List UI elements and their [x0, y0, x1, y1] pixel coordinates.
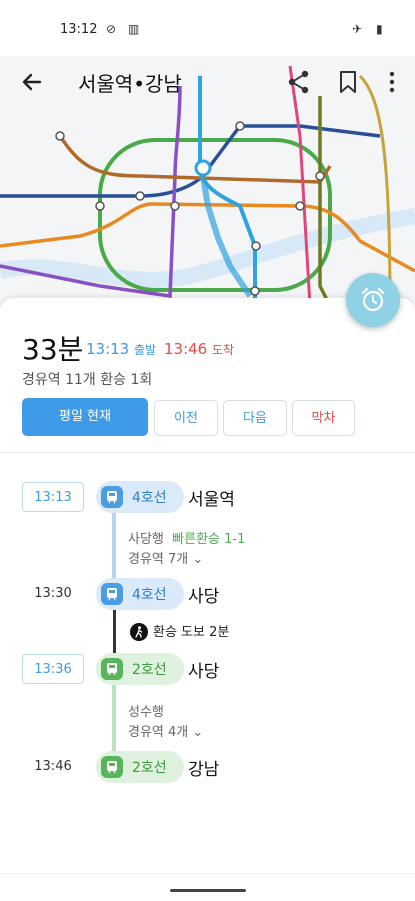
station-sadang-line2[interactable]: 사당 — [188, 657, 219, 682]
chevron-down-icon: ⌄ — [192, 552, 204, 567]
previous-button[interactable]: 이전 — [154, 400, 218, 436]
stops-toggle[interactable]: 경유역 7개 ⌄ — [128, 548, 203, 567]
back-arrow-icon[interactable] — [18, 68, 46, 96]
station-sadang[interactable]: 사당 — [188, 582, 219, 607]
line4-badge: 4호선 — [96, 578, 184, 610]
stops-label: 경유역 4개 — [128, 725, 189, 740]
depart-info: 13:13 출발 — [86, 340, 156, 358]
alarm-clock-icon — [361, 287, 385, 312]
stops-toggle[interactable]: 경유역 4개 ⌄ — [128, 721, 203, 740]
station-seoul[interactable]: 서울역 — [188, 485, 235, 510]
walk-transfer: 환승 도보 2분 — [130, 621, 229, 642]
subway-icon — [101, 756, 123, 778]
page-title: 서울역•강남 — [78, 72, 182, 96]
line-label: 2호선 — [132, 662, 167, 678]
arrive-label: 도착 — [212, 343, 235, 357]
line-label: 4호선 — [132, 587, 167, 603]
airplane-icon: ✈ — [352, 22, 363, 36]
divider — [0, 452, 415, 453]
home-gesture-handle[interactable] — [170, 889, 246, 892]
share-icon[interactable] — [285, 68, 313, 96]
bookmark-icon[interactable] — [334, 68, 362, 96]
station-gangnam[interactable]: 강남 — [188, 755, 219, 780]
line-label: 2호선 — [132, 760, 167, 776]
chart-icon: ▥ — [128, 22, 140, 36]
alarm-button[interactable] — [346, 273, 400, 327]
direction-info: 사당행 빠른환승 1-1 — [128, 528, 245, 547]
status-bar: 13:12 ⊘ ▥ ✈ ▮ — [0, 0, 415, 56]
line2-badge: 2호선 — [96, 653, 184, 685]
app-bar: 서울역•강남 — [0, 56, 415, 108]
departure-time-button[interactable]: 13:13 — [22, 482, 84, 512]
transfer-time: 13:30 — [34, 586, 72, 601]
transfer-departure-time-button[interactable]: 13:36 — [22, 654, 84, 684]
depart-label: 출발 — [134, 343, 157, 357]
depart-time: 13:13 — [86, 340, 130, 358]
chevron-down-icon: ⌄ — [192, 725, 204, 740]
arrive-time: 13:46 — [164, 340, 208, 358]
route-duration: 33분 — [22, 333, 84, 366]
line2-badge: 2호선 — [96, 751, 184, 783]
current-time-button[interactable]: 평일 현재 — [22, 398, 148, 436]
walking-icon — [130, 622, 148, 641]
direction-label: 성수행 — [128, 705, 164, 720]
route-detail-sheet: 33분 13:13 출발 13:46 도착 경유역 11개 환승 1회 평일 현… — [0, 298, 415, 900]
stops-label: 경유역 7개 — [128, 552, 189, 567]
battery-icon: ▮ — [376, 22, 383, 36]
fast-transfer-label: 빠른환승 1-1 — [172, 532, 246, 547]
direction-label: 사당행 — [128, 532, 164, 547]
last-train-button[interactable]: 막차 — [292, 400, 355, 436]
arrive-info: 13:46 도착 — [164, 340, 234, 358]
walk-label: 환승 도보 2분 — [153, 625, 230, 640]
line4-badge: 4호선 — [96, 481, 184, 513]
subway-icon — [101, 486, 123, 508]
more-options-icon[interactable] — [378, 68, 406, 96]
system-nav-bar — [0, 873, 415, 901]
line2-connector — [112, 682, 116, 762]
subway-icon — [101, 658, 123, 680]
line-label: 4호선 — [132, 490, 167, 506]
subway-icon — [101, 583, 123, 605]
next-button[interactable]: 다음 — [223, 400, 287, 436]
sync-icon: ⊘ — [106, 22, 117, 36]
route-summary: 경유역 11개 환승 1회 — [22, 372, 153, 388]
arrival-time: 13:46 — [34, 759, 72, 774]
status-time: 13:12 — [60, 22, 98, 37]
